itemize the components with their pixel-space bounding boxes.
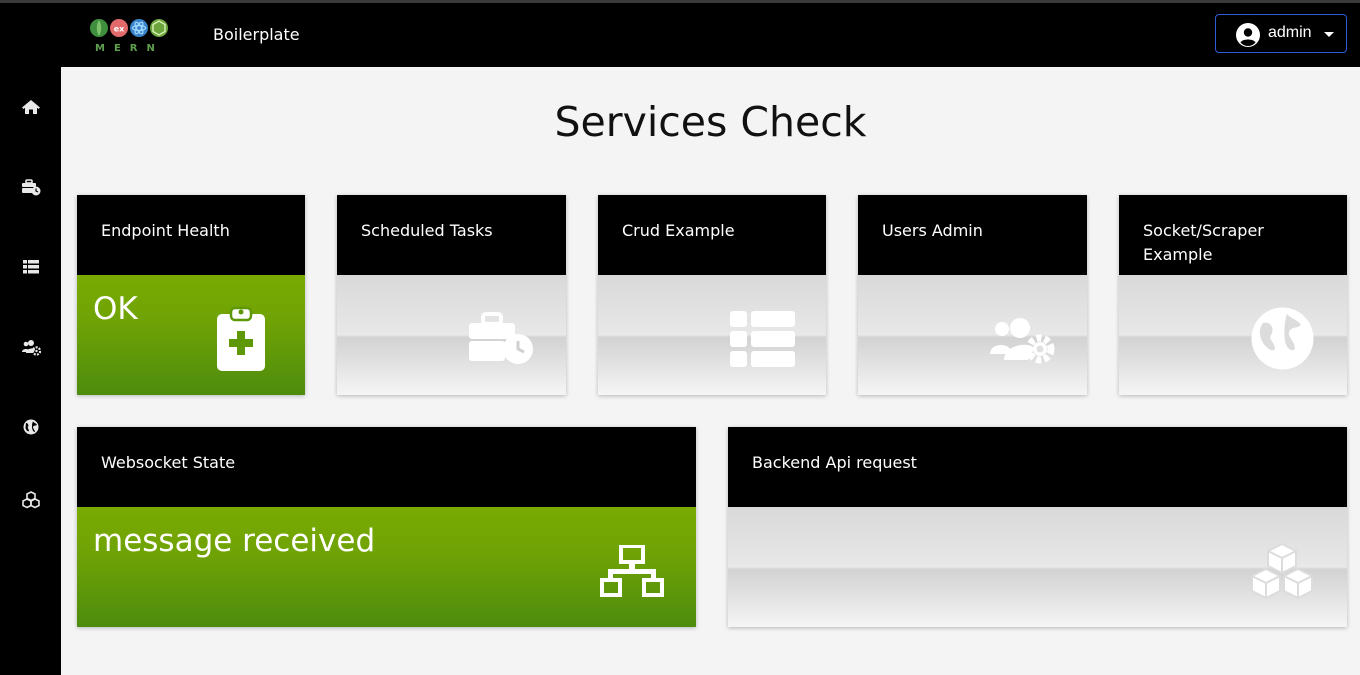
cubes-icon bbox=[1251, 542, 1313, 600]
users-cog-icon bbox=[21, 340, 41, 356]
card-body: message received bbox=[77, 507, 696, 627]
card-title: Crud Example bbox=[598, 195, 826, 275]
sidebar-item-socket-scraper[interactable] bbox=[0, 407, 61, 447]
card-title: Scheduled Tasks bbox=[337, 195, 566, 275]
business-time-icon bbox=[469, 312, 533, 364]
globe-icon bbox=[23, 419, 38, 435]
sidebar-item-crud[interactable] bbox=[0, 247, 61, 287]
card-socket-scraper[interactable]: Socket/Scraper Example bbox=[1119, 195, 1347, 395]
card-endpoint-health[interactable]: Endpoint Health OK bbox=[77, 195, 305, 395]
user-label: admin bbox=[1268, 24, 1312, 41]
user-menu-button[interactable]: admin bbox=[1215, 14, 1347, 53]
card-body: OK bbox=[77, 275, 305, 395]
top-navbar: ex MERN Boilerplate admin bbox=[0, 3, 1360, 67]
brand-title[interactable]: Boilerplate bbox=[213, 25, 300, 44]
card-scheduled-tasks[interactable]: Scheduled Tasks bbox=[337, 195, 566, 395]
sidebar bbox=[0, 67, 61, 675]
network-icon bbox=[600, 545, 664, 597]
card-title: Socket/Scraper Example bbox=[1119, 195, 1347, 275]
table-list-icon bbox=[730, 311, 795, 367]
card-body bbox=[598, 275, 826, 395]
card-crud-example[interactable]: Crud Example bbox=[598, 195, 826, 395]
logo-text: MERN bbox=[95, 43, 164, 54]
status-text: message received bbox=[93, 523, 376, 559]
business-time-icon bbox=[21, 179, 40, 196]
card-title: Backend Api request bbox=[728, 427, 1347, 507]
sidebar-item-backend-api[interactable] bbox=[0, 480, 61, 520]
sidebar-item-home[interactable] bbox=[0, 87, 61, 127]
chevron-down-icon bbox=[1324, 32, 1334, 37]
cubes-icon bbox=[21, 491, 40, 509]
card-title: Websocket State bbox=[77, 427, 696, 507]
card-title: Users Admin bbox=[858, 195, 1087, 275]
globe-icon bbox=[1251, 307, 1314, 370]
user-circle-icon bbox=[1236, 23, 1260, 47]
table-list-icon bbox=[22, 260, 39, 274]
sidebar-item-scheduled-tasks[interactable] bbox=[0, 167, 61, 207]
card-body bbox=[858, 275, 1087, 395]
card-title: Endpoint Health bbox=[77, 195, 305, 275]
users-cog-icon bbox=[990, 318, 1055, 364]
mern-logo-icon: ex bbox=[90, 19, 168, 37]
svg-text:ex: ex bbox=[114, 25, 125, 34]
sidebar-item-users-admin[interactable] bbox=[0, 327, 61, 367]
card-backend-api[interactable]: Backend Api request bbox=[728, 427, 1347, 627]
card-body bbox=[728, 507, 1347, 627]
home-icon bbox=[21, 100, 40, 114]
card-websocket-state[interactable]: Websocket State message received bbox=[77, 427, 696, 627]
card-users-admin[interactable]: Users Admin bbox=[858, 195, 1087, 395]
clipboard-medical-icon bbox=[217, 306, 265, 371]
status-text: OK bbox=[93, 291, 138, 327]
card-body bbox=[1119, 275, 1347, 395]
card-body bbox=[337, 275, 566, 395]
page-title: Services Check bbox=[554, 98, 867, 146]
mern-logo[interactable]: ex MERN bbox=[90, 17, 168, 57]
